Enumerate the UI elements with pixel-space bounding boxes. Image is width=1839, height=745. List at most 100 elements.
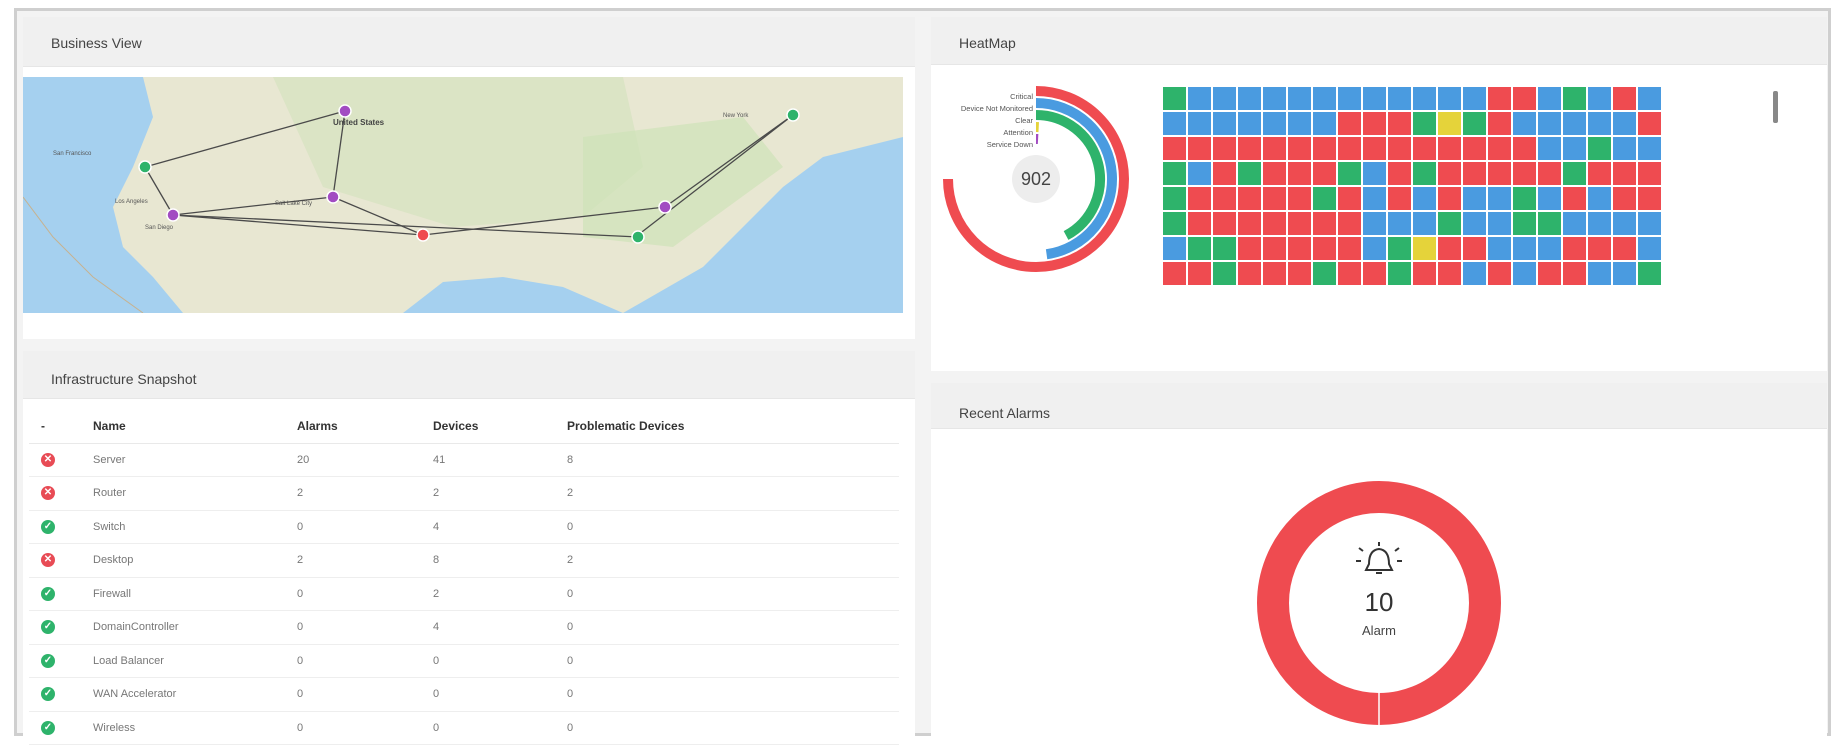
- heatmap-cell[interactable]: [1438, 87, 1461, 110]
- heatmap-cell[interactable]: [1363, 162, 1386, 185]
- heatmap-cell[interactable]: [1163, 187, 1186, 210]
- heatmap-cell[interactable]: [1313, 137, 1336, 160]
- heatmap-cell[interactable]: [1438, 187, 1461, 210]
- alarm-donut[interactable]: 10 Alarm: [931, 383, 1827, 739]
- table-row[interactable]: ✓Firewall020: [29, 577, 899, 611]
- heatmap-cell[interactable]: [1338, 137, 1361, 160]
- heatmap-cell[interactable]: [1263, 87, 1286, 110]
- table-row[interactable]: ✓Switch040: [29, 510, 899, 544]
- heatmap-cell[interactable]: [1588, 137, 1611, 160]
- map-node-service-down[interactable]: [659, 201, 671, 213]
- name-cell[interactable]: Switch: [93, 510, 297, 544]
- heatmap-cell[interactable]: [1263, 262, 1286, 285]
- heatmap-cell[interactable]: [1163, 237, 1186, 260]
- heatmap-cell[interactable]: [1388, 187, 1411, 210]
- heatmap-cell[interactable]: [1238, 137, 1261, 160]
- heatmap-cell[interactable]: [1338, 112, 1361, 135]
- map-node-clear[interactable]: [139, 161, 151, 173]
- heatmap-cell[interactable]: [1313, 112, 1336, 135]
- heatmap-cell[interactable]: [1588, 112, 1611, 135]
- heatmap-cell[interactable]: [1563, 212, 1586, 235]
- column-header[interactable]: Name: [93, 409, 297, 443]
- heatmap-cell[interactable]: [1163, 112, 1186, 135]
- name-cell[interactable]: Load Balancer: [93, 644, 297, 678]
- heatmap-cell[interactable]: [1463, 262, 1486, 285]
- heatmap-cell[interactable]: [1463, 112, 1486, 135]
- map-node-service-down[interactable]: [167, 209, 179, 221]
- heatmap-cell[interactable]: [1563, 137, 1586, 160]
- heatmap-cell[interactable]: [1588, 237, 1611, 260]
- heatmap-cell[interactable]: [1513, 262, 1536, 285]
- heatmap-cell[interactable]: [1438, 237, 1461, 260]
- heatmap-cell[interactable]: [1463, 162, 1486, 185]
- heatmap-cell[interactable]: [1438, 137, 1461, 160]
- heatmap-cell[interactable]: [1638, 262, 1661, 285]
- heatmap-cell[interactable]: [1213, 187, 1236, 210]
- heatmap-cell[interactable]: [1638, 112, 1661, 135]
- heatmap-cell[interactable]: [1413, 87, 1436, 110]
- heatmap-cell[interactable]: [1413, 162, 1436, 185]
- heatmap-cell[interactable]: [1288, 262, 1311, 285]
- heatmap-cell[interactable]: [1188, 137, 1211, 160]
- heatmap-cell[interactable]: [1513, 237, 1536, 260]
- heatmap-cell[interactable]: [1563, 162, 1586, 185]
- scrollbar[interactable]: [1773, 91, 1778, 123]
- table-row[interactable]: ✓DomainController040: [29, 611, 899, 645]
- heatmap-cell[interactable]: [1488, 237, 1511, 260]
- heatmap-cell[interactable]: [1363, 87, 1386, 110]
- heatmap-cell[interactable]: [1538, 237, 1561, 260]
- heatmap-cell[interactable]: [1638, 162, 1661, 185]
- column-header[interactable]: -: [29, 409, 93, 443]
- name-cell[interactable]: Router: [93, 477, 297, 511]
- heatmap-cell[interactable]: [1338, 87, 1361, 110]
- heatmap-cell[interactable]: [1313, 262, 1336, 285]
- heatmap-cell[interactable]: [1363, 137, 1386, 160]
- table-row[interactable]: ✕Server20418: [29, 443, 899, 477]
- heatmap-cell[interactable]: [1363, 237, 1386, 260]
- heatmap-cell[interactable]: [1638, 87, 1661, 110]
- heatmap-cell[interactable]: [1488, 87, 1511, 110]
- heatmap-cell[interactable]: [1613, 137, 1636, 160]
- heatmap-cell[interactable]: [1338, 187, 1361, 210]
- heatmap-cell[interactable]: [1188, 237, 1211, 260]
- table-row[interactable]: ✓Wireless000: [29, 711, 899, 745]
- heatmap-cell[interactable]: [1238, 162, 1261, 185]
- heatmap-cell[interactable]: [1538, 87, 1561, 110]
- heatmap-cell[interactable]: [1363, 112, 1386, 135]
- map-node-service-down[interactable]: [327, 191, 339, 203]
- heatmap-cell[interactable]: [1363, 187, 1386, 210]
- name-cell[interactable]: WAN Accelerator: [93, 678, 297, 712]
- heatmap-cell[interactable]: [1513, 112, 1536, 135]
- heatmap-cell[interactable]: [1613, 237, 1636, 260]
- heatmap-cell[interactable]: [1613, 112, 1636, 135]
- map-node-clear[interactable]: [787, 109, 799, 121]
- heatmap-cell[interactable]: [1513, 187, 1536, 210]
- heatmap-cell[interactable]: [1288, 112, 1311, 135]
- heatmap-cell[interactable]: [1538, 162, 1561, 185]
- heatmap-cell[interactable]: [1463, 237, 1486, 260]
- heatmap-cell[interactable]: [1338, 237, 1361, 260]
- heatmap-cell[interactable]: [1313, 187, 1336, 210]
- heatmap-cell[interactable]: [1213, 262, 1236, 285]
- table-row[interactable]: ✕Router222: [29, 477, 899, 511]
- heatmap-cell[interactable]: [1213, 162, 1236, 185]
- heatmap-cell[interactable]: [1388, 212, 1411, 235]
- heatmap-cell[interactable]: [1538, 187, 1561, 210]
- heatmap-cell[interactable]: [1263, 212, 1286, 235]
- heatmap-cell[interactable]: [1438, 162, 1461, 185]
- heatmap-cell[interactable]: [1613, 162, 1636, 185]
- heatmap-cell[interactable]: [1563, 237, 1586, 260]
- heatmap-cell[interactable]: [1238, 262, 1261, 285]
- heatmap-cell[interactable]: [1163, 162, 1186, 185]
- table-row[interactable]: ✓Load Balancer000: [29, 644, 899, 678]
- name-cell[interactable]: Wireless: [93, 711, 297, 745]
- heatmap-cell[interactable]: [1613, 87, 1636, 110]
- heatmap-cell[interactable]: [1513, 87, 1536, 110]
- heatmap-cell[interactable]: [1413, 187, 1436, 210]
- heatmap-cell[interactable]: [1163, 87, 1186, 110]
- heatmap-cell[interactable]: [1388, 262, 1411, 285]
- heatmap-cell[interactable]: [1263, 237, 1286, 260]
- heatmap-cell[interactable]: [1313, 87, 1336, 110]
- heatmap-cell[interactable]: [1213, 212, 1236, 235]
- heatmap-cell[interactable]: [1613, 262, 1636, 285]
